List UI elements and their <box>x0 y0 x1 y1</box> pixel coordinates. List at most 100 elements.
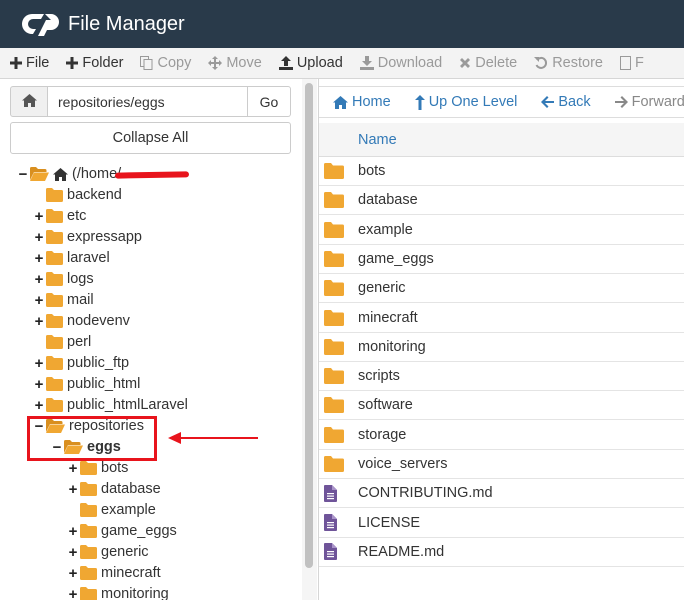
file-row[interactable]: example <box>319 216 684 245</box>
move-button[interactable]: Move <box>208 55 262 71</box>
go-button[interactable]: Go <box>248 86 291 117</box>
tree-node[interactable]: + generic <box>68 542 149 562</box>
up-one-level-button[interactable]: Up One Level <box>414 94 517 110</box>
expand-toggle[interactable]: + <box>68 481 78 498</box>
tree-node[interactable]: + laravel <box>34 248 110 268</box>
file-row[interactable]: game_eggs <box>319 245 684 274</box>
home-label: Home <box>352 94 391 110</box>
file-row[interactable]: storage <box>319 421 684 450</box>
file-row[interactable]: voice_servers <box>319 450 684 479</box>
annotation-highlight-box <box>27 416 157 461</box>
folder-icon <box>324 250 358 267</box>
file-row[interactable]: scripts <box>319 362 684 392</box>
tree-node-label: mail <box>67 292 94 308</box>
file-row[interactable]: minecraft <box>319 304 684 333</box>
tree-node[interactable]: + minecraft <box>68 563 161 583</box>
folder-icon <box>80 482 97 496</box>
forward-button[interactable]: Forward <box>614 94 684 110</box>
folder-icon <box>324 280 358 297</box>
file-row[interactable]: bots <box>319 157 684 186</box>
file-name: CONTRIBUTING.md <box>358 485 493 502</box>
download-icon <box>359 56 374 70</box>
forward-label: Forward <box>631 94 684 110</box>
expand-toggle[interactable]: + <box>34 376 44 393</box>
expand-toggle[interactable]: + <box>68 565 78 582</box>
restore-button[interactable]: Restore <box>534 55 603 71</box>
expand-toggle[interactable]: + <box>68 523 78 540</box>
upload-button[interactable]: Upload <box>278 55 343 71</box>
expand-toggle[interactable]: + <box>68 544 78 561</box>
back-label: Back <box>558 94 591 110</box>
folder-icon <box>324 338 358 355</box>
tree-node[interactable]: + monitoring <box>68 584 169 600</box>
path-home-button[interactable] <box>10 86 48 117</box>
new-file-label: File <box>26 55 50 71</box>
collapse-all-button[interactable]: Collapse All <box>10 122 291 154</box>
tree-node[interactable]: + bots <box>68 458 129 478</box>
plus-icon <box>66 57 79 69</box>
expand-toggle[interactable]: + <box>34 229 44 246</box>
delete-button[interactable]: Delete <box>459 55 517 71</box>
expand-toggle[interactable]: + <box>34 271 44 288</box>
tree-node[interactable]: example <box>68 500 156 520</box>
tree-node[interactable]: + public_htmlLaravel <box>34 395 188 415</box>
folder-open-icon <box>30 167 49 181</box>
arrow-right-icon <box>614 96 628 108</box>
expand-toggle[interactable]: + <box>68 586 78 600</box>
plus-icon <box>10 57 22 69</box>
file-row[interactable]: database <box>319 186 684 216</box>
tree-node-label: public_html <box>67 376 141 392</box>
new-folder-button[interactable]: Folder <box>66 55 123 71</box>
tree-node[interactable]: + expressapp <box>34 227 142 247</box>
folder-icon <box>46 209 63 223</box>
folder-icon <box>80 524 97 538</box>
scrollbar-thumb[interactable] <box>305 83 313 568</box>
file-row[interactable]: README.md <box>319 538 684 567</box>
name-column-header[interactable]: Name <box>358 132 397 148</box>
tree-node[interactable]: + database <box>68 479 161 499</box>
tree-node[interactable]: + nodevenv <box>34 311 130 331</box>
expand-toggle[interactable]: + <box>34 313 44 330</box>
expand-toggle[interactable]: + <box>34 292 44 309</box>
folder-icon <box>46 377 63 391</box>
tree-node[interactable]: + logs <box>34 269 94 289</box>
tree-node[interactable]: + public_html <box>34 374 141 394</box>
tree-scrollbar[interactable] <box>302 79 317 600</box>
expand-toggle[interactable]: + <box>34 355 44 372</box>
copy-button[interactable]: Copy <box>140 55 191 71</box>
folder-icon <box>80 545 97 559</box>
path-input[interactable] <box>48 86 248 117</box>
collapse-toggle[interactable]: − <box>18 166 28 183</box>
file-row[interactable]: LICENSE <box>319 509 684 538</box>
cpanel-logo[interactable] <box>20 10 62 38</box>
file-name: game_eggs <box>358 250 434 267</box>
tree-node[interactable]: + etc <box>34 206 87 226</box>
expand-toggle[interactable]: + <box>34 208 44 225</box>
tree-node[interactable]: − (/home/ <box>18 164 122 184</box>
tree-node-label: minecraft <box>101 565 161 581</box>
file-row[interactable]: monitoring <box>319 333 684 362</box>
tree-node-label: expressapp <box>67 229 142 245</box>
file-icon <box>324 543 358 561</box>
file-row[interactable]: software <box>319 391 684 421</box>
download-button[interactable]: Download <box>359 55 442 71</box>
tree-node[interactable]: perl <box>34 332 91 352</box>
expand-toggle[interactable]: + <box>34 250 44 267</box>
tree-node[interactable]: + public_ftp <box>34 353 129 373</box>
file-icon <box>619 56 631 70</box>
back-button[interactable]: Back <box>541 94 591 110</box>
new-file-button[interactable]: File <box>10 55 49 71</box>
folder-icon <box>46 230 63 244</box>
tree-node-label: backend <box>67 187 122 203</box>
tree-node[interactable]: + game_eggs <box>68 521 177 541</box>
expand-toggle[interactable]: + <box>68 460 78 477</box>
more-button[interactable]: F <box>619 55 644 71</box>
home-button[interactable]: Home <box>333 94 391 110</box>
expand-toggle[interactable]: + <box>34 397 44 414</box>
file-row[interactable]: CONTRIBUTING.md <box>319 479 684 509</box>
file-name: example <box>358 221 413 238</box>
file-row[interactable]: generic <box>319 274 684 304</box>
tree-node[interactable]: + mail <box>34 290 94 310</box>
tree-node-label: bots <box>101 460 129 476</box>
tree-node[interactable]: backend <box>34 185 122 205</box>
